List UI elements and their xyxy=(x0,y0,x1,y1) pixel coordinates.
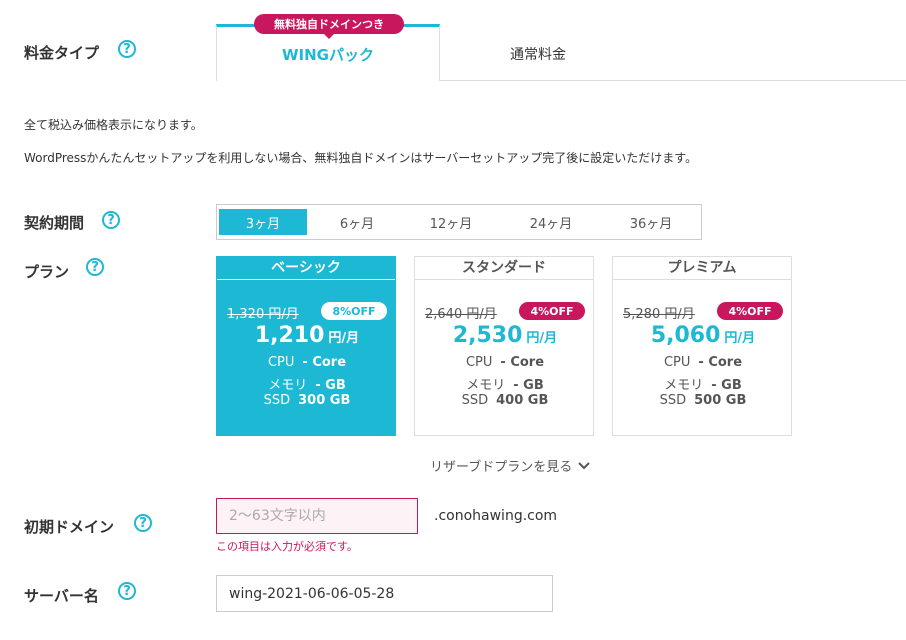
period-selector: 3ヶ月 6ヶ月 12ヶ月 24ヶ月 36ヶ月 xyxy=(216,204,702,240)
spec-memory: メモリ - GB xyxy=(415,374,595,393)
plan-name: スタンダード xyxy=(415,257,593,280)
spec-ssd-value: 400 GB xyxy=(496,393,549,408)
help-icon[interactable]: ? xyxy=(118,40,136,58)
reserved-plan-link-label: リザーブドプランを見る xyxy=(430,460,573,475)
spec-cpu: CPU - Core xyxy=(613,355,793,370)
domain-label: 初期ドメイン xyxy=(24,518,115,536)
plan-label: プラン xyxy=(24,263,70,281)
help-icon[interactable]: ? xyxy=(86,258,104,276)
period-option-36[interactable]: 36ヶ月 xyxy=(607,209,695,235)
tax-note: 全て税込み価格表示になります。 xyxy=(24,118,203,132)
spec-ssd: SSD 300 GB xyxy=(217,393,397,408)
period-option-3[interactable]: 3ヶ月 xyxy=(219,209,307,235)
spec-memory-label: メモリ xyxy=(664,378,704,393)
spec-memory-value: - GB xyxy=(315,378,346,393)
plan-price: 1,210 円/月 xyxy=(217,323,397,348)
server-name-input[interactable] xyxy=(216,575,553,612)
spec-ssd: SSD 400 GB xyxy=(415,393,595,408)
original-price: 1,320 円/月 xyxy=(227,307,299,322)
plan-name: プレミアム xyxy=(613,257,791,280)
spec-memory: メモリ - GB xyxy=(217,374,397,393)
free-domain-ribbon: 無料独自ドメインつき xyxy=(254,14,404,39)
original-price: 2,640 円/月 xyxy=(425,307,497,322)
spec-cpu-label: CPU xyxy=(663,355,691,370)
plan-name: ベーシック xyxy=(217,257,395,280)
spec-cpu-value: - Core xyxy=(698,355,743,370)
spec-cpu: CPU - Core xyxy=(415,355,595,370)
spec-cpu-value: - Core xyxy=(500,355,545,370)
period-label: 契約期間 xyxy=(24,214,85,232)
spec-cpu-label: CPU xyxy=(267,355,295,370)
chevron-down-icon xyxy=(578,460,591,475)
plan-card-standard[interactable]: スタンダード 2,640 円/月 4%OFF 2,530 円/月 CPU - Cor… xyxy=(414,256,594,436)
spec-memory-label: メモリ xyxy=(466,378,506,393)
price-unit: 円/月 xyxy=(526,331,558,346)
spec-memory-value: - GB xyxy=(711,378,742,393)
spec-cpu-label: CPU xyxy=(465,355,493,370)
help-icon[interactable]: ? xyxy=(102,211,120,229)
period-option-24[interactable]: 24ヶ月 xyxy=(507,209,595,235)
price-value: 5,060 xyxy=(650,323,721,348)
spec-cpu: CPU - Core xyxy=(217,355,397,370)
price-value: 2,530 xyxy=(452,323,523,348)
tab-normal-pricing[interactable]: 通常料金 xyxy=(440,34,636,74)
domain-error-message: この項目は入力が必須です。 xyxy=(216,540,358,553)
spec-memory-label: メモリ xyxy=(268,378,308,393)
spec-cpu-value: - Core xyxy=(302,355,347,370)
spec-ssd-label: SSD xyxy=(659,393,687,408)
domain-setup-note: WordPressかんたんセットアップを利用しない場合、無料独自ドメインはサーバ… xyxy=(24,151,698,165)
price-unit: 円/月 xyxy=(724,331,756,346)
tab-wing-pack-label: WINGパック xyxy=(282,45,374,64)
tab-normal-pricing-label: 通常料金 xyxy=(510,47,566,63)
spec-ssd-value: 500 GB xyxy=(694,393,747,408)
domain-suffix: .conohawing.com xyxy=(434,508,558,524)
plan-price: 5,060 円/月 xyxy=(613,323,793,348)
spec-memory-value: - GB xyxy=(513,378,544,393)
plan-price: 2,530 円/月 xyxy=(415,323,595,348)
discount-badge: 4%OFF xyxy=(717,302,783,320)
discount-badge: 8%OFF xyxy=(321,302,387,320)
plan-card-basic[interactable]: ベーシック 1,320 円/月 8%OFF 1,210 円/月 CPU - Core… xyxy=(216,256,396,436)
spec-ssd-label: SSD xyxy=(461,393,489,408)
spec-ssd-value: 300 GB xyxy=(298,393,351,408)
spec-ssd: SSD 500 GB xyxy=(613,393,793,408)
price-value: 1,210 xyxy=(254,323,325,348)
discount-badge: 4%OFF xyxy=(519,302,585,320)
spec-ssd-label: SSD xyxy=(263,393,291,408)
period-option-12[interactable]: 12ヶ月 xyxy=(407,209,495,235)
plan-type-label: 料金タイプ xyxy=(24,44,100,62)
domain-input[interactable] xyxy=(216,498,418,534)
plan-card-premium[interactable]: プレミアム 5,280 円/月 4%OFF 5,060 円/月 CPU - Core… xyxy=(612,256,792,436)
original-price: 5,280 円/月 xyxy=(623,307,695,322)
period-option-6[interactable]: 6ヶ月 xyxy=(313,209,401,235)
price-unit: 円/月 xyxy=(328,331,360,346)
help-icon[interactable]: ? xyxy=(118,582,136,600)
spec-memory: メモリ - GB xyxy=(613,374,793,393)
server-name-label: サーバー名 xyxy=(24,587,99,605)
help-icon[interactable]: ? xyxy=(134,514,152,532)
reserved-plan-link[interactable]: リザーブドプランを見る xyxy=(430,456,591,475)
